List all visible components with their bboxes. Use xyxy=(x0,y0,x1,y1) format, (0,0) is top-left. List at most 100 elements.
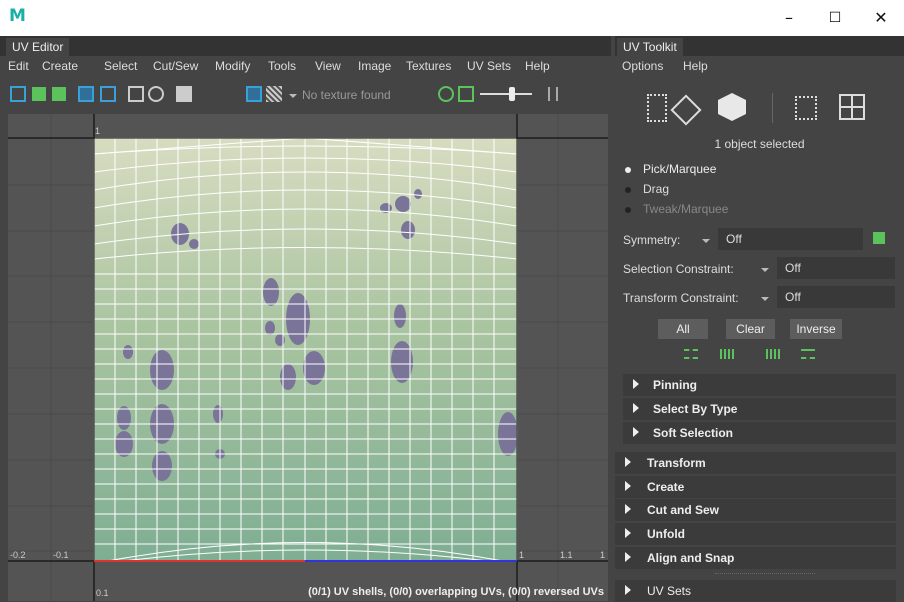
uv-mode-icon[interactable] xyxy=(795,96,817,120)
title-bar: M – ☐ ✕ xyxy=(0,0,904,36)
menu-modify[interactable]: Modify xyxy=(215,59,250,73)
create-label: Create xyxy=(647,480,685,494)
expand-triangle-icon xyxy=(633,427,639,437)
axis-label-bottom: 0.1 xyxy=(96,588,109,598)
pinning-label: Pinning xyxy=(653,378,697,392)
edge-mode-icon[interactable] xyxy=(670,94,702,126)
select-all-button[interactable]: All xyxy=(658,319,708,339)
menu-view[interactable]: View xyxy=(315,59,341,73)
expand-triangle-icon xyxy=(625,528,631,538)
maximize-button[interactable]: ☐ xyxy=(812,0,858,36)
texture-dropdown[interactable]: No texture found xyxy=(302,86,426,104)
panel-resize-handle[interactable] xyxy=(715,573,815,575)
menu-create[interactable]: Create xyxy=(42,59,78,73)
symmetry-dropdown[interactable]: Off xyxy=(718,228,863,250)
toolbar-expand-icon[interactable] xyxy=(548,87,550,101)
dim-slider-track[interactable] xyxy=(480,93,532,95)
clear-selection-button[interactable]: Clear xyxy=(726,319,775,339)
transform-constraint-chevron-icon[interactable] xyxy=(761,297,769,301)
shrink-selection-icon[interactable] xyxy=(684,349,698,359)
select-by-type-label: Select By Type xyxy=(653,402,738,416)
pinning-section[interactable]: Pinning xyxy=(623,374,896,396)
selection-constraint-label: Selection Constraint: xyxy=(623,262,734,276)
isolate-icon[interactable] xyxy=(148,86,164,102)
checker-icon[interactable] xyxy=(266,86,282,102)
minimize-button[interactable]: – xyxy=(766,0,812,36)
camera-icon[interactable] xyxy=(176,86,192,102)
inverse-selection-button[interactable]: Inverse xyxy=(790,319,842,339)
uv-toolkit-tab[interactable]: UV Toolkit xyxy=(617,38,683,56)
axis-label-right-edge: 1 xyxy=(600,550,605,560)
menu-edit[interactable]: Edit xyxy=(8,59,29,73)
axis-label-minus01: -0.1 xyxy=(53,550,69,560)
menu-textures[interactable]: Textures xyxy=(406,59,451,73)
symmetry-chevron-icon[interactable] xyxy=(702,239,710,243)
transform-constraint-label: Transform Constraint: xyxy=(623,291,739,305)
symmetry-label: Symmetry: xyxy=(623,233,681,247)
cut-and-sew-section[interactable]: Cut and Sew xyxy=(615,499,896,521)
uv-shaded-icon[interactable] xyxy=(52,87,66,101)
image-dim-icon[interactable] xyxy=(458,86,474,102)
select-border-icon[interactable] xyxy=(801,349,815,359)
selection-constraint-dropdown[interactable]: Off xyxy=(777,257,895,279)
expand-triangle-icon xyxy=(625,457,631,467)
uv-sets-section[interactable]: UV Sets xyxy=(615,580,896,602)
face-mode-icon[interactable] xyxy=(839,94,865,120)
transform-constraint-dropdown[interactable]: Off xyxy=(777,286,895,308)
pick-marquee-radio[interactable] xyxy=(625,167,631,173)
selection-constraint-chevron-icon[interactable] xyxy=(761,268,769,272)
vertex-mode-icon[interactable] xyxy=(647,94,667,122)
align-and-snap-label: Align and Snap xyxy=(647,551,735,565)
symmetry-options-icon[interactable] xyxy=(873,232,885,244)
create-section[interactable]: Create xyxy=(615,476,896,498)
expand-triangle-icon xyxy=(633,403,639,413)
tweak-marquee-label[interactable]: Tweak/Marquee xyxy=(643,202,728,216)
drag-label[interactable]: Drag xyxy=(643,182,669,196)
uv-shell-mode-icon[interactable] xyxy=(718,93,746,121)
frame-all-icon[interactable] xyxy=(78,86,94,102)
close-button[interactable]: ✕ xyxy=(858,0,904,36)
tweak-marquee-radio[interactable] xyxy=(625,207,631,213)
soft-selection-label: Soft Selection xyxy=(653,426,734,440)
uv-toolkit-panel: UV Toolkit Options Help 1 object selecte… xyxy=(615,36,904,602)
uv-toolkit-tabstrip: UV Toolkit xyxy=(615,36,904,56)
menu-uv-sets[interactable]: UV Sets xyxy=(467,59,511,73)
select-by-type-section[interactable]: Select By Type xyxy=(623,398,896,420)
icon-separator xyxy=(772,93,773,123)
toolbar-expand2-icon xyxy=(556,87,558,101)
uv-editor-panel: UV Editor Edit Create Select Cut/Sew Mod… xyxy=(0,36,611,601)
menu-select[interactable]: Select xyxy=(104,59,137,73)
select-shell-icon[interactable] xyxy=(766,349,780,359)
uv-viewport[interactable]: 1 -0.2 -0.1 1 1.1 1 0.1 (0/1) UV shells,… xyxy=(8,114,608,601)
transform-constraint-value: Off xyxy=(785,290,801,304)
uv-canvas[interactable]: 1 -0.2 -0.1 1 1.1 1 0.1 xyxy=(8,114,608,601)
pick-marquee-label[interactable]: Pick/Marquee xyxy=(643,162,716,176)
menu-tools[interactable]: Tools xyxy=(268,59,296,73)
dim-slider-handle[interactable] xyxy=(509,87,515,101)
selection-constraint-value: Off xyxy=(785,261,801,275)
align-and-snap-section[interactable]: Align and Snap xyxy=(615,547,896,569)
chevron-down-icon[interactable] xyxy=(289,94,297,98)
tk-menu-options[interactable]: Options xyxy=(622,59,663,73)
image-display-icon[interactable] xyxy=(246,86,262,102)
soft-selection-section[interactable]: Soft Selection xyxy=(623,422,896,444)
unfold-section[interactable]: Unfold xyxy=(615,523,896,545)
menu-help[interactable]: Help xyxy=(525,59,550,73)
drag-radio[interactable] xyxy=(625,187,631,193)
expand-triangle-icon xyxy=(625,585,631,595)
grid-toggle-icon[interactable] xyxy=(10,86,26,102)
uv-editor-tab[interactable]: UV Editor xyxy=(6,38,70,56)
tk-menu-help[interactable]: Help xyxy=(683,59,708,73)
transform-section[interactable]: Transform xyxy=(615,452,896,474)
axis-label-1: 1 xyxy=(519,550,524,560)
rgb-channel-icon[interactable] xyxy=(438,86,454,102)
axis-label-top: 1 xyxy=(95,126,100,136)
uv-display-icon[interactable] xyxy=(32,87,46,101)
menu-cut-sew[interactable]: Cut/Sew xyxy=(153,59,198,73)
cut-and-sew-label: Cut and Sew xyxy=(647,503,720,517)
grow-selection-icon[interactable] xyxy=(720,349,734,359)
expand-triangle-icon xyxy=(625,504,631,514)
frame-selection-icon[interactable] xyxy=(100,86,116,102)
menu-image[interactable]: Image xyxy=(358,59,391,73)
checker-grid-icon[interactable] xyxy=(128,86,144,102)
